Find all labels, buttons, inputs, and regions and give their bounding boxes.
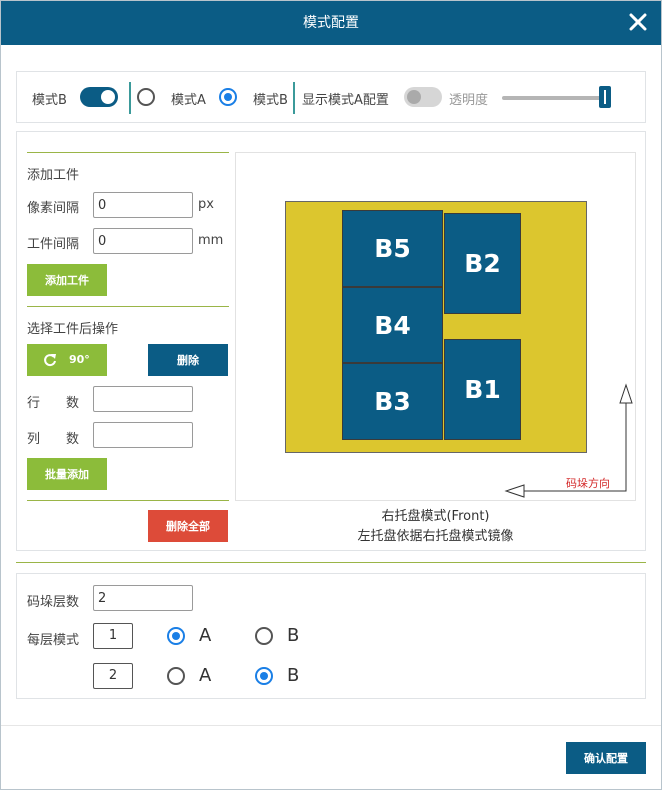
work-panel: 添加工件 像素间隔 px 工件间隔 mm 添加工件 选择工件后操作 90° 删除… xyxy=(16,131,646,551)
dialog-title: 模式配置 xyxy=(303,15,359,31)
mode-toolbar: 模式B 模式A 模式B 显示模式A配置 透明度 xyxy=(16,71,646,123)
opacity-label: 透明度 xyxy=(449,93,489,108)
confirm-config-button[interactable]: 确认配置 xyxy=(566,742,646,774)
stack-direction-label: 码垛方向 xyxy=(566,477,610,490)
piece-spacing-label: 工件间隔 xyxy=(27,237,80,252)
add-workpiece-heading: 添加工件 xyxy=(27,168,80,183)
pixel-unit: px xyxy=(198,197,214,212)
layer-2-mode-b-radio[interactable] xyxy=(255,667,273,685)
opacity-slider-handle[interactable] xyxy=(599,86,611,108)
mode-b-label: 模式B xyxy=(32,93,67,108)
cols-input[interactable] xyxy=(93,422,193,448)
mode-config-dialog: 模式配置 模式B 模式A 模式B 显示模式A配置 透明度 添加工件 像素间隔 0… xyxy=(0,0,662,790)
layer-2-number: 2 xyxy=(93,663,133,689)
delete-button[interactable]: 删除 xyxy=(148,344,228,376)
mode-b-radio-label: 模式B xyxy=(253,93,288,108)
rows-label: 行 数 xyxy=(27,396,80,411)
stack-direction-arrow-icon xyxy=(504,383,633,498)
piece-unit: mm xyxy=(198,233,224,248)
pallet-canvas[interactable]: B5 B2 B4 B1 B3 码垛方向 xyxy=(235,152,636,501)
layer-1-mode-a-radio[interactable] xyxy=(167,627,185,645)
title-bar: 模式配置 xyxy=(1,1,661,45)
mode-b-radio[interactable] xyxy=(219,88,237,106)
delete-all-button[interactable]: 删除全部 xyxy=(148,510,228,542)
after-select-heading: 选择工件后操作 xyxy=(27,322,119,337)
rotate-button[interactable]: 90° xyxy=(27,344,107,376)
mode-a-radio-label: 模式A xyxy=(171,93,206,108)
stack-config-panel: 码垛层数 每层模式 1 A B 2 A B xyxy=(16,573,646,699)
rows-input[interactable] xyxy=(93,386,193,412)
stack-layers-label: 码垛层数 xyxy=(27,595,80,610)
layer-2-mode-a-radio[interactable] xyxy=(167,667,185,685)
layer-1-number: 1 xyxy=(93,623,133,649)
rotate-button-label: 90° xyxy=(69,353,90,366)
batch-add-button[interactable]: 批量添加 xyxy=(27,458,107,490)
opacity-slider-track[interactable] xyxy=(502,96,610,100)
canvas-caption-line2: 左托盘依据右托盘模式镜像 xyxy=(357,529,514,544)
mode-a-radio[interactable] xyxy=(137,88,155,106)
piece-spacing-input[interactable] xyxy=(93,228,193,254)
layer-mode-label: 每层模式 xyxy=(27,633,80,648)
canvas-caption-line1: 右托盘模式(Front) xyxy=(381,509,490,524)
pixel-spacing-label: 像素间隔 xyxy=(27,201,80,216)
layer-1-mode-b-radio[interactable] xyxy=(255,627,273,645)
cols-label: 列 数 xyxy=(27,432,80,447)
mode-b-toggle[interactable] xyxy=(80,87,118,107)
close-icon[interactable] xyxy=(625,9,651,35)
rotate-icon xyxy=(44,354,56,367)
layer-1-mode-a-label: A xyxy=(199,625,212,646)
layer-2-mode-a-label: A xyxy=(199,665,212,686)
add-piece-button[interactable]: 添加工件 xyxy=(27,264,107,296)
pixel-spacing-input[interactable] xyxy=(93,192,193,218)
show-mode-a-config-toggle[interactable] xyxy=(404,87,442,107)
layer-1-mode-b-label: B xyxy=(287,625,300,646)
stack-layers-input[interactable] xyxy=(93,585,193,611)
show-mode-a-config-label: 显示模式A配置 xyxy=(302,93,389,108)
layer-2-mode-b-label: B xyxy=(287,665,300,686)
